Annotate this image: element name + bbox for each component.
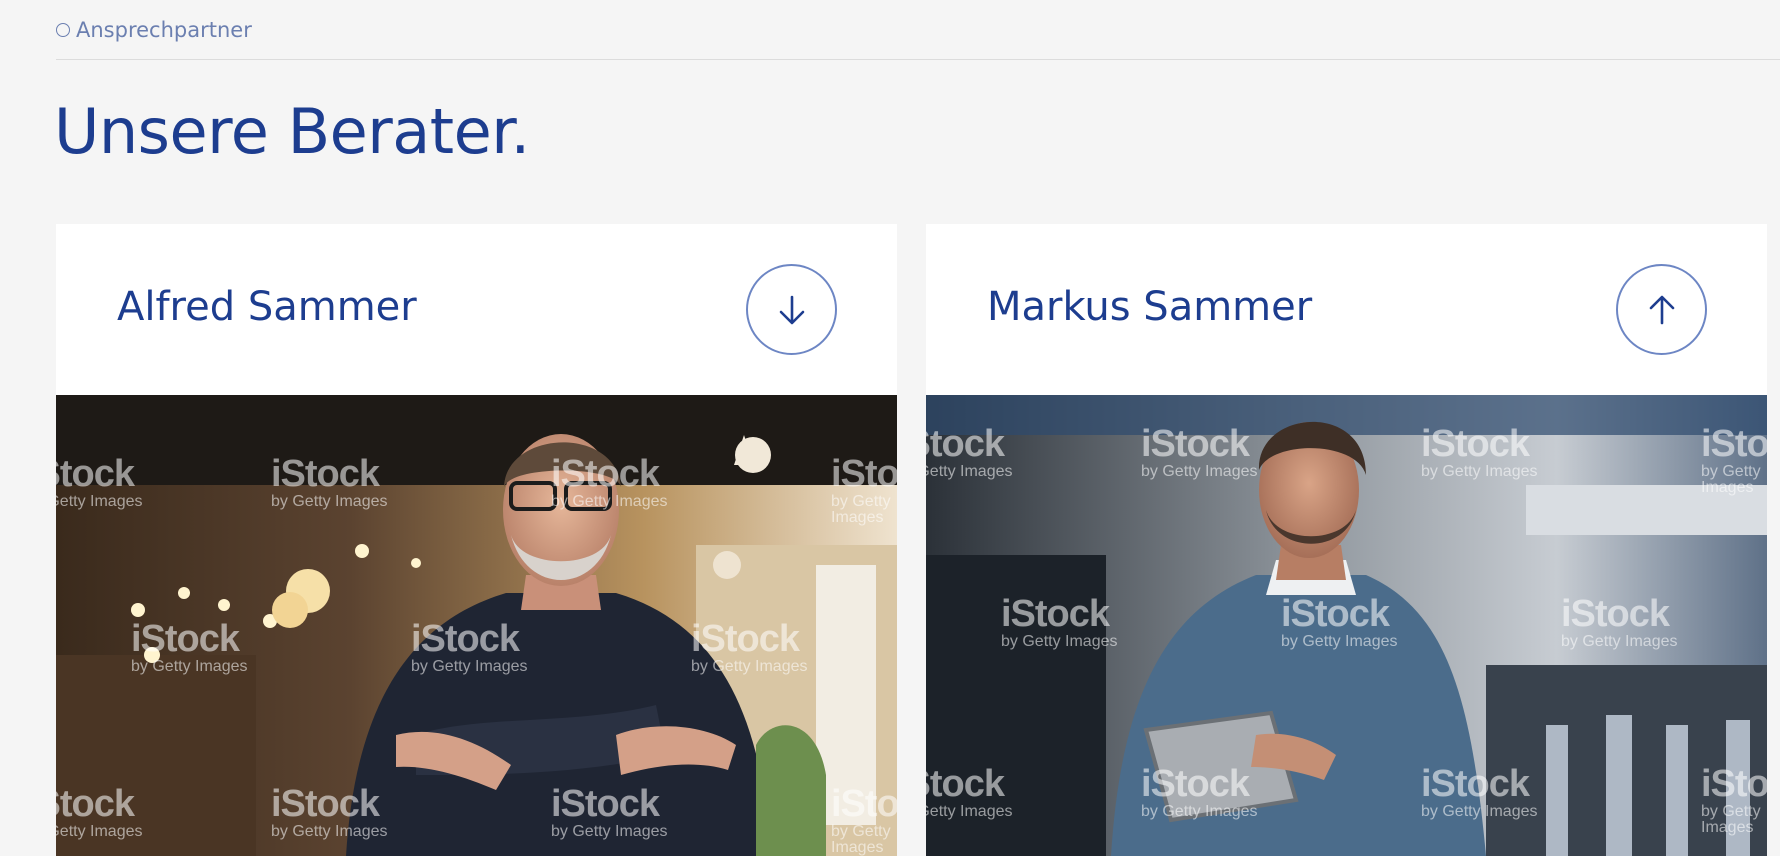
divider <box>56 59 1780 60</box>
arrow-up-icon <box>1649 295 1674 324</box>
card-header[interactable]: Alfred Sammer <box>56 224 897 395</box>
advisor-card-alfred: Alfred Sammer tock etty Images iStock by… <box>56 224 897 856</box>
page: Ansprechpartner Unsere Berater. Alfred S… <box>0 0 1780 856</box>
expand-button[interactable] <box>746 264 837 355</box>
arrow-down-icon <box>779 295 804 324</box>
advisor-photo: iStockby Getty Images iStockby Getty Ima… <box>926 395 1767 856</box>
circle-icon <box>56 23 70 37</box>
advisor-card-markus: Markus Sammer tock etty Images iStock by… <box>926 224 1767 856</box>
breadcrumb[interactable]: Ansprechpartner <box>56 18 252 42</box>
advisor-name: Markus Sammer <box>987 284 1313 330</box>
advisor-photo: iStockby Getty Images iStockby Getty Ima… <box>56 395 897 856</box>
collapse-button[interactable] <box>1616 264 1707 355</box>
page-title: Unsere Berater. <box>54 95 530 168</box>
card-header[interactable]: Markus Sammer <box>926 224 1767 395</box>
advisor-name: Alfred Sammer <box>117 284 417 330</box>
breadcrumb-label[interactable]: Ansprechpartner <box>76 18 252 42</box>
